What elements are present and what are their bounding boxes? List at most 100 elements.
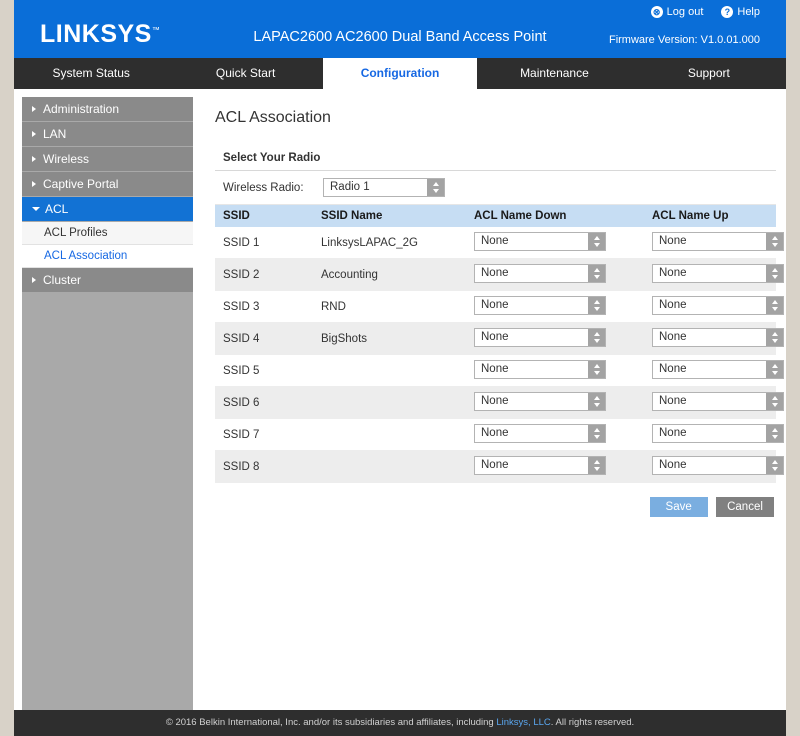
linksys-link[interactable]: Linksys, LLC [496, 717, 550, 728]
sidebar-item-wireless[interactable]: Wireless [22, 147, 193, 172]
caret-up-icon [593, 332, 600, 336]
chevron-right-icon [32, 106, 36, 112]
acl-up-select[interactable]: None [652, 360, 784, 379]
sidebar-subitem-acl-association[interactable]: ACL Association [22, 245, 193, 268]
acl-down-select[interactable]: None [474, 392, 606, 411]
tab-quick-start[interactable]: Quick Start [168, 58, 322, 89]
acl-up-select[interactable]: None [652, 296, 784, 315]
acl-down-select[interactable]: None [474, 328, 606, 347]
spinner-button[interactable] [588, 457, 605, 474]
cell-acl-up: None [644, 322, 784, 355]
acl-up-value: None [659, 363, 687, 375]
acl-down-select[interactable]: None [474, 232, 606, 251]
spinner-button[interactable] [588, 297, 605, 314]
spinner-button[interactable] [766, 233, 783, 250]
spinner-button[interactable] [766, 265, 783, 282]
wireless-radio-label: Wireless Radio: [223, 181, 304, 194]
caret-down-icon [593, 371, 600, 375]
spinner-button[interactable] [588, 425, 605, 442]
caret-up-icon [593, 460, 600, 464]
caret-up-icon [771, 460, 778, 464]
cell-ssid-name: RND [313, 290, 466, 323]
cell-acl-down: None [466, 258, 644, 291]
chevron-right-icon [32, 277, 36, 283]
acl-down-value: None [481, 459, 509, 471]
acl-up-select[interactable]: None [652, 264, 784, 283]
spinner-button[interactable] [588, 393, 605, 410]
spinner-button[interactable] [588, 361, 605, 378]
caret-up-icon [593, 396, 600, 400]
sidebar-item-lan[interactable]: LAN [22, 122, 193, 147]
cell-ssid-name [313, 354, 466, 387]
acl-down-value: None [481, 235, 509, 247]
page-title: ACL Association [215, 109, 331, 126]
select-radio-panel: Select Your Radio Wireless Radio: Radio … [215, 149, 784, 517]
caret-down-icon [771, 371, 778, 375]
sidebar-item-label: Wireless [43, 152, 90, 166]
caret-down-icon [593, 275, 600, 279]
cell-acl-down: None [466, 322, 644, 355]
spinner-button[interactable] [766, 361, 783, 378]
spinner-button[interactable] [588, 329, 605, 346]
acl-up-select[interactable]: None [652, 232, 784, 251]
sidebar-subitem-acl-profiles[interactable]: ACL Profiles [22, 222, 193, 245]
spinner-button[interactable] [766, 329, 783, 346]
spinner-button[interactable] [766, 297, 783, 314]
caret-down-icon [593, 435, 600, 439]
tab-support[interactable]: Support [632, 58, 786, 89]
tab-configuration[interactable]: Configuration [322, 58, 478, 89]
cell-ssid-name [313, 386, 466, 419]
acl-up-value: None [659, 427, 687, 439]
cell-acl-up: None [644, 418, 784, 451]
cancel-button[interactable]: Cancel [716, 497, 774, 517]
logout-link[interactable]: ⊗ Log out [650, 6, 703, 18]
spinner-button[interactable] [588, 265, 605, 282]
spinner-button[interactable] [766, 457, 783, 474]
acl-down-select[interactable]: None [474, 360, 606, 379]
acl-down-select[interactable]: None [474, 296, 606, 315]
acl-up-select[interactable]: None [652, 424, 784, 443]
cell-ssid: SSID 5 [215, 354, 313, 387]
acl-up-value: None [659, 235, 687, 247]
caret-down-icon [593, 307, 600, 311]
cell-ssid-name: LinksysLAPAC_2G [313, 227, 466, 259]
sidebar-item-cluster[interactable]: Cluster [22, 268, 193, 293]
save-button[interactable]: Save [649, 497, 708, 517]
caret-down-icon [771, 467, 778, 471]
table-row: SSID 2 Accounting None None [215, 258, 784, 291]
acl-up-select[interactable]: None [652, 392, 784, 411]
acl-down-value: None [481, 363, 509, 375]
caret-up-icon [593, 268, 600, 272]
cell-acl-up: None [644, 258, 784, 291]
acl-down-select[interactable]: None [474, 456, 606, 475]
caret-up-icon [771, 236, 778, 240]
question-icon: ? [721, 6, 734, 18]
acl-down-select[interactable]: None [474, 424, 606, 443]
caret-down-icon [593, 243, 600, 247]
acl-up-value: None [659, 459, 687, 471]
spinner-button[interactable] [427, 179, 444, 196]
cell-acl-up: None [644, 290, 784, 323]
tab-system-status[interactable]: System Status [14, 58, 168, 89]
sidebar-item-acl[interactable]: ACL [22, 197, 193, 222]
acl-up-select[interactable]: None [652, 456, 784, 475]
wireless-radio-select[interactable]: Radio 1 [323, 178, 445, 197]
acl-down-select[interactable]: None [474, 264, 606, 283]
spinner-button[interactable] [588, 233, 605, 250]
firmware-version: Firmware Version: V1.0.01.000 [608, 34, 760, 46]
help-link[interactable]: ? Help [721, 6, 760, 18]
caret-up-icon [593, 300, 600, 304]
chevron-right-icon [32, 156, 36, 162]
sidebar-item-captive-portal[interactable]: Captive Portal [22, 172, 193, 197]
column-header-acl-name-down: ACL Name Down [466, 205, 644, 227]
spinner-button[interactable] [766, 425, 783, 442]
spinner-button[interactable] [766, 393, 783, 410]
caret-up-icon [593, 236, 600, 240]
sidebar-item-administration[interactable]: Administration [22, 97, 193, 122]
cell-acl-down: None [466, 418, 644, 451]
tab-maintenance[interactable]: Maintenance [477, 58, 631, 89]
cell-acl-down: None [466, 354, 644, 387]
chevron-right-icon [32, 131, 36, 137]
acl-up-select[interactable]: None [652, 328, 784, 347]
cell-ssid: SSID 1 [215, 227, 313, 259]
